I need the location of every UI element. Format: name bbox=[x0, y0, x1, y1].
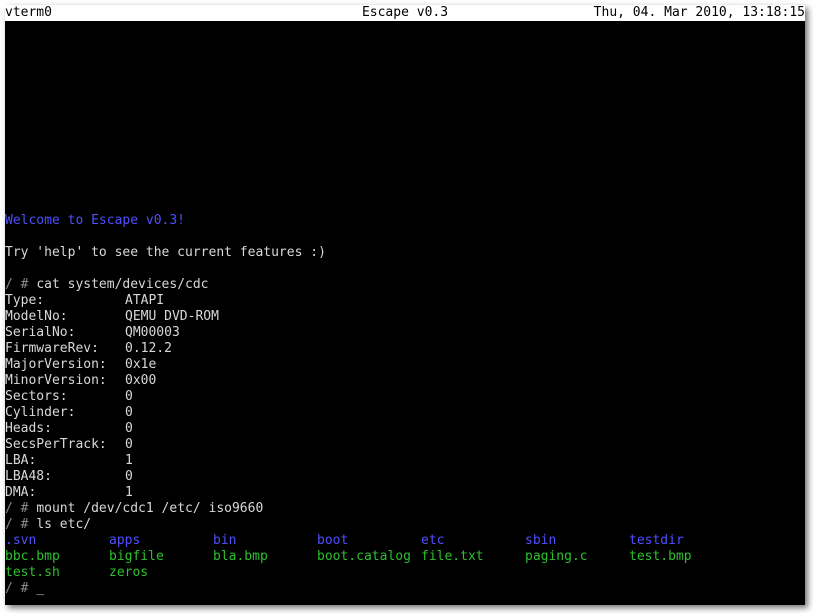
device-info-value: 0 bbox=[125, 469, 133, 484]
device-info-row: Heads: 0 bbox=[5, 421, 805, 437]
prompt: / # bbox=[5, 277, 29, 292]
device-info-value: 0x1e bbox=[125, 357, 157, 372]
ls-entry-directory: bin bbox=[213, 533, 237, 548]
clock: Thu, 04. Mar 2010, 13:18:15 bbox=[593, 5, 805, 20]
ls-entry-file: boot.catalog bbox=[317, 549, 411, 564]
terminal-screen[interactable]: Welcome to Escape v0.3! Try 'help' to se… bbox=[5, 21, 805, 605]
device-info-row: ModelNo: QEMU DVD-ROM bbox=[5, 309, 805, 325]
device-info-key: SerialNo: bbox=[5, 325, 76, 340]
device-info-value: QM00003 bbox=[125, 325, 180, 340]
device-info-key: MajorVersion: bbox=[5, 357, 107, 372]
device-info-key: Cylinder: bbox=[5, 405, 76, 420]
ls-entry-directory: .svn bbox=[5, 533, 37, 548]
device-info-value: 1 bbox=[125, 453, 133, 468]
device-info-value: QEMU DVD-ROM bbox=[125, 309, 219, 324]
command-line: / # mount /dev/cdc1 /etc/ iso9660 bbox=[5, 501, 263, 517]
cursor: _ bbox=[36, 581, 45, 596]
terminal-window[interactable]: vterm0 Escape v0.3 Thu, 04. Mar 2010, 13… bbox=[5, 5, 805, 605]
ls-entry-file: paging.c bbox=[525, 549, 588, 564]
ls-entry-directory: testdir bbox=[629, 533, 684, 548]
device-info-value: 0 bbox=[125, 405, 133, 420]
ls-entry-directory: apps bbox=[109, 533, 141, 548]
device-info-value: ATAPI bbox=[125, 293, 165, 308]
command-text: ls etc/ bbox=[36, 517, 92, 532]
ls-entry-directory: boot bbox=[317, 533, 349, 548]
command-text: mount /dev/cdc1 /etc/ iso9660 bbox=[36, 501, 264, 516]
device-info-value: 0.12.2 bbox=[125, 341, 172, 356]
device-info-value: 0 bbox=[125, 421, 133, 436]
prompt: / # bbox=[5, 501, 29, 516]
ls-entry-file: zeros bbox=[109, 565, 149, 580]
device-info-row: SerialNo: QM00003 bbox=[5, 325, 805, 341]
device-info-key: Heads: bbox=[5, 421, 52, 436]
ls-entry-file: bla.bmp bbox=[213, 549, 268, 564]
device-info-value: 1 bbox=[125, 485, 133, 500]
ls-entry-file: bbc.bmp bbox=[5, 549, 60, 564]
device-info-key: DMA: bbox=[5, 485, 37, 500]
device-info-key: MinorVersion: bbox=[5, 373, 107, 388]
device-info-row: MajorVersion: 0x1e bbox=[5, 357, 805, 373]
device-info-row: MinorVersion: 0x00 bbox=[5, 373, 805, 389]
ls-entry-directory: sbin bbox=[525, 533, 557, 548]
prompt: / # bbox=[5, 517, 29, 532]
device-info-key: ModelNo: bbox=[5, 309, 68, 324]
ls-row: test.sh zeros bbox=[5, 565, 805, 581]
device-info-key: FirmwareRev: bbox=[5, 341, 99, 356]
ls-entry-directory: etc bbox=[421, 533, 445, 548]
device-info-key: SecsPerTrack: bbox=[5, 437, 107, 452]
ls-entry-file: bigfile bbox=[109, 549, 164, 564]
ls-entry-file: test.sh bbox=[5, 565, 60, 580]
status-bar: vterm0 Escape v0.3 Thu, 04. Mar 2010, 13… bbox=[5, 5, 805, 21]
command-line: / # cat system/devices/cdc bbox=[5, 277, 209, 293]
device-info-row: FirmwareRev: 0.12.2 bbox=[5, 341, 805, 357]
input-line[interactable]: / # _ bbox=[5, 581, 44, 597]
ls-entry-file: file.txt bbox=[421, 549, 484, 564]
device-info-row: Sectors: 0 bbox=[5, 389, 805, 405]
help-hint: Try 'help' to see the current features :… bbox=[5, 245, 326, 260]
device-info-row: Cylinder: 0 bbox=[5, 405, 805, 421]
ls-row: bbc.bmp bigfile bla.bmp boot.catalog file.tx… bbox=[5, 549, 805, 565]
device-info-key: Type: bbox=[5, 293, 45, 308]
prompt: / # bbox=[5, 581, 29, 596]
device-info-row: LBA48: 0 bbox=[5, 469, 805, 485]
device-info-value: 0 bbox=[125, 437, 133, 452]
device-info-value: 0x00 bbox=[125, 373, 157, 388]
ls-entry-file: test.bmp bbox=[629, 549, 692, 564]
device-info-value: 0 bbox=[125, 389, 133, 404]
device-info-row: SecsPerTrack: 0 bbox=[5, 437, 805, 453]
welcome-message: Welcome to Escape v0.3! bbox=[5, 213, 186, 228]
command-line: / # ls etc/ bbox=[5, 517, 91, 533]
command-text: cat system/devices/cdc bbox=[36, 277, 209, 292]
device-info-row: Type: ATAPI bbox=[5, 293, 805, 309]
device-info-row: DMA: 1 bbox=[5, 485, 805, 501]
device-info-row: LBA: 1 bbox=[5, 453, 805, 469]
device-info-key: LBA: bbox=[5, 453, 37, 468]
ls-row: .svn apps bin boot etc sbin testdir bbox=[5, 533, 805, 549]
device-info-key: Sectors: bbox=[5, 389, 68, 404]
device-info-key: LBA48: bbox=[5, 469, 52, 484]
